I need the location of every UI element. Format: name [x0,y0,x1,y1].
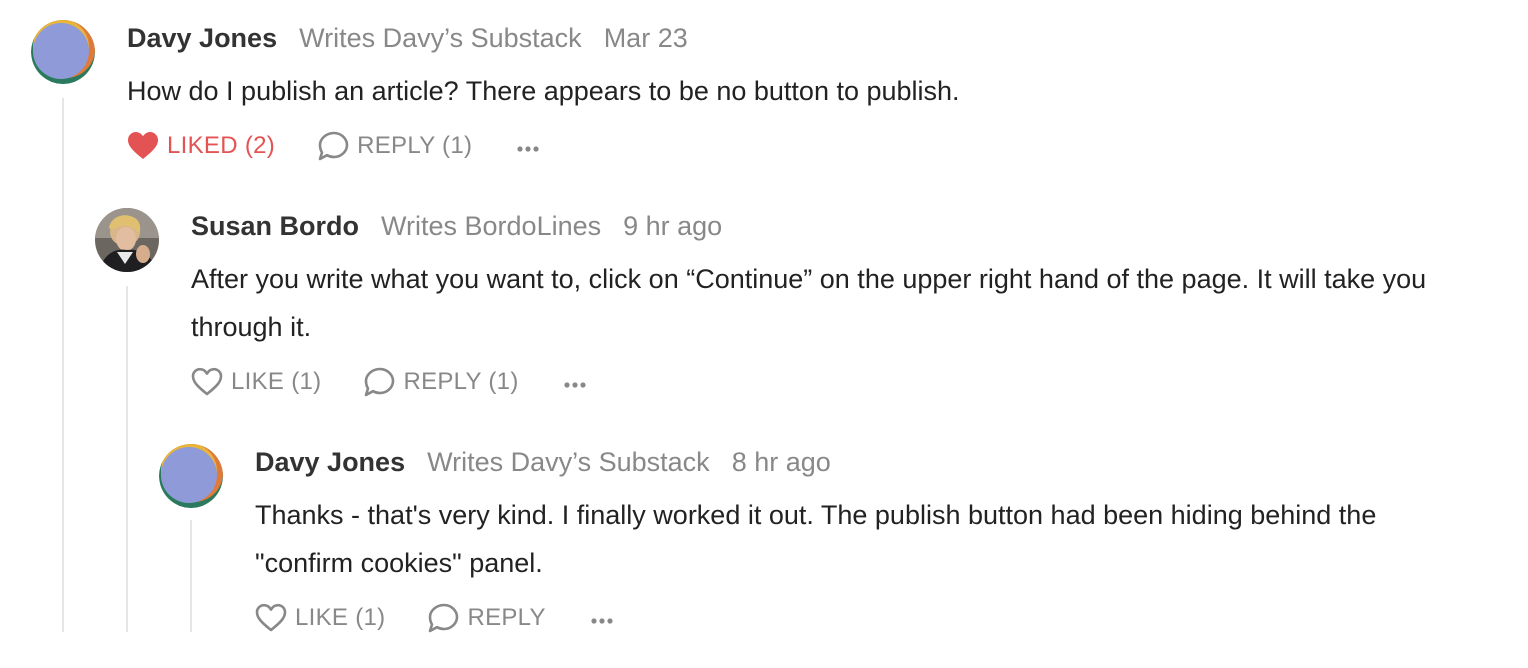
reply-button[interactable]: REPLY [427,602,546,634]
like-label: LIKE (1) [295,604,386,631]
like-button[interactable]: LIKE (1) [255,602,385,634]
comment-davy-jones-2: Davy Jones Writes Davy’s Substack 8 hr ago… [0,0,1528,668]
reply-label: REPLY [467,604,546,631]
comment-body: Thanks - that's very kind. I finally wor… [255,500,1377,578]
speech-bubble-icon [427,603,459,633]
comment-date[interactable]: 8 hr ago [732,447,831,477]
ellipsis-icon [590,602,614,634]
heart-outline-icon [255,603,287,633]
publication-link[interactable]: Writes Davy’s Substack [427,447,710,477]
more-options-button[interactable] [590,602,614,634]
comment-meta: Davy Jones Writes Davy’s Substack 8 hr ago [255,444,831,480]
comment-actions: LIKE (1) REPLY [255,602,614,634]
avatar[interactable] [159,444,223,508]
author-name[interactable]: Davy Jones [255,447,405,477]
